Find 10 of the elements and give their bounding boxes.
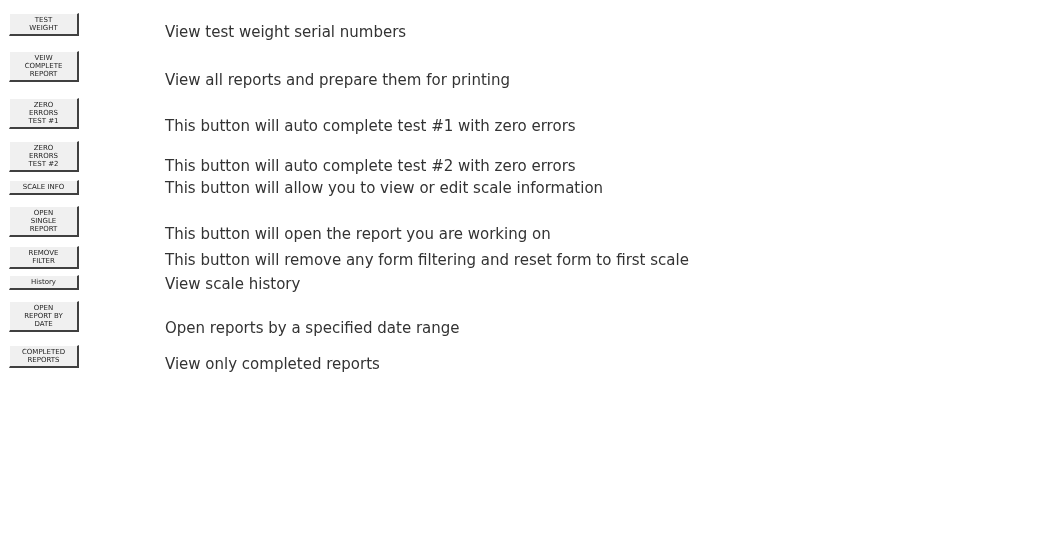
- button-description: This button will auto complete test #1 with zero errors: [165, 116, 576, 136]
- button-description: View all reports and prepare them for printing: [165, 70, 510, 90]
- button-description: This button will auto complete test #2 with zero errors: [165, 156, 576, 176]
- button-description: This button will allow you to view or edit scale information: [165, 178, 604, 198]
- button-description: View scale history: [165, 274, 301, 294]
- button-description: This button will remove any form filtering and reset form to first scale: [165, 250, 689, 270]
- button-description: This button will open the report you are working on: [165, 224, 551, 244]
- button-description: View test weight serial numbers: [165, 22, 407, 42]
- button-description: View only completed reports: [165, 354, 380, 374]
- button-description: Open reports by a specified date range: [165, 318, 460, 338]
